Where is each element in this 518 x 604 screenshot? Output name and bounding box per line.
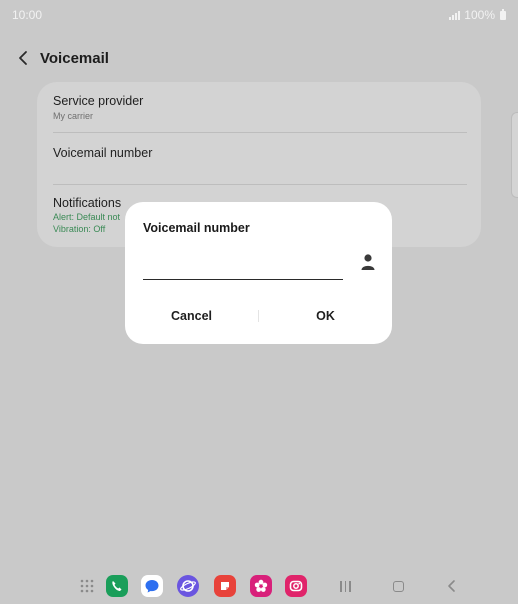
battery-level: 100% (464, 8, 495, 22)
camera-icon[interactable] (285, 575, 307, 597)
service-provider-row[interactable]: Service provider My carrier (53, 94, 467, 121)
voicemail-number-dialog: Voicemail number Cancel OK (125, 202, 392, 344)
page-title: Voicemail (40, 49, 109, 67)
notes-icon[interactable] (214, 575, 236, 597)
contact-icon[interactable] (360, 253, 376, 271)
status-bar: 10:00 100% (0, 0, 518, 30)
dialog-title: Voicemail number (143, 221, 250, 235)
ok-button[interactable]: OK (259, 302, 392, 330)
messages-icon[interactable] (141, 575, 163, 597)
battery-icon (500, 8, 506, 20)
service-provider-value: My carrier (53, 111, 93, 121)
header: Voicemail (14, 44, 109, 72)
recents-button[interactable] (340, 581, 351, 592)
nav-back-icon[interactable] (441, 575, 463, 597)
app-drawer-icon[interactable] (76, 575, 98, 597)
row-divider (53, 184, 467, 185)
voicemail-number-title: Voicemail number (53, 146, 153, 160)
cancel-button[interactable]: Cancel (125, 302, 258, 330)
phone-icon[interactable] (106, 575, 128, 597)
signal-icon (449, 10, 461, 20)
voicemail-number-row[interactable]: Voicemail number (53, 146, 467, 160)
service-provider-title: Service provider (53, 94, 144, 108)
status-indicators: 100% (449, 8, 506, 22)
edge-panel-handle[interactable] (511, 112, 518, 198)
internet-icon[interactable] (177, 575, 199, 597)
voicemail-number-input[interactable] (143, 254, 343, 280)
dialog-actions: Cancel OK (125, 302, 392, 330)
back-arrow-icon[interactable] (14, 48, 34, 68)
taskbar (0, 570, 518, 604)
home-button[interactable] (393, 581, 404, 592)
status-time: 10:00 (12, 8, 43, 22)
gallery-icon[interactable] (250, 575, 272, 597)
row-divider (53, 132, 467, 133)
